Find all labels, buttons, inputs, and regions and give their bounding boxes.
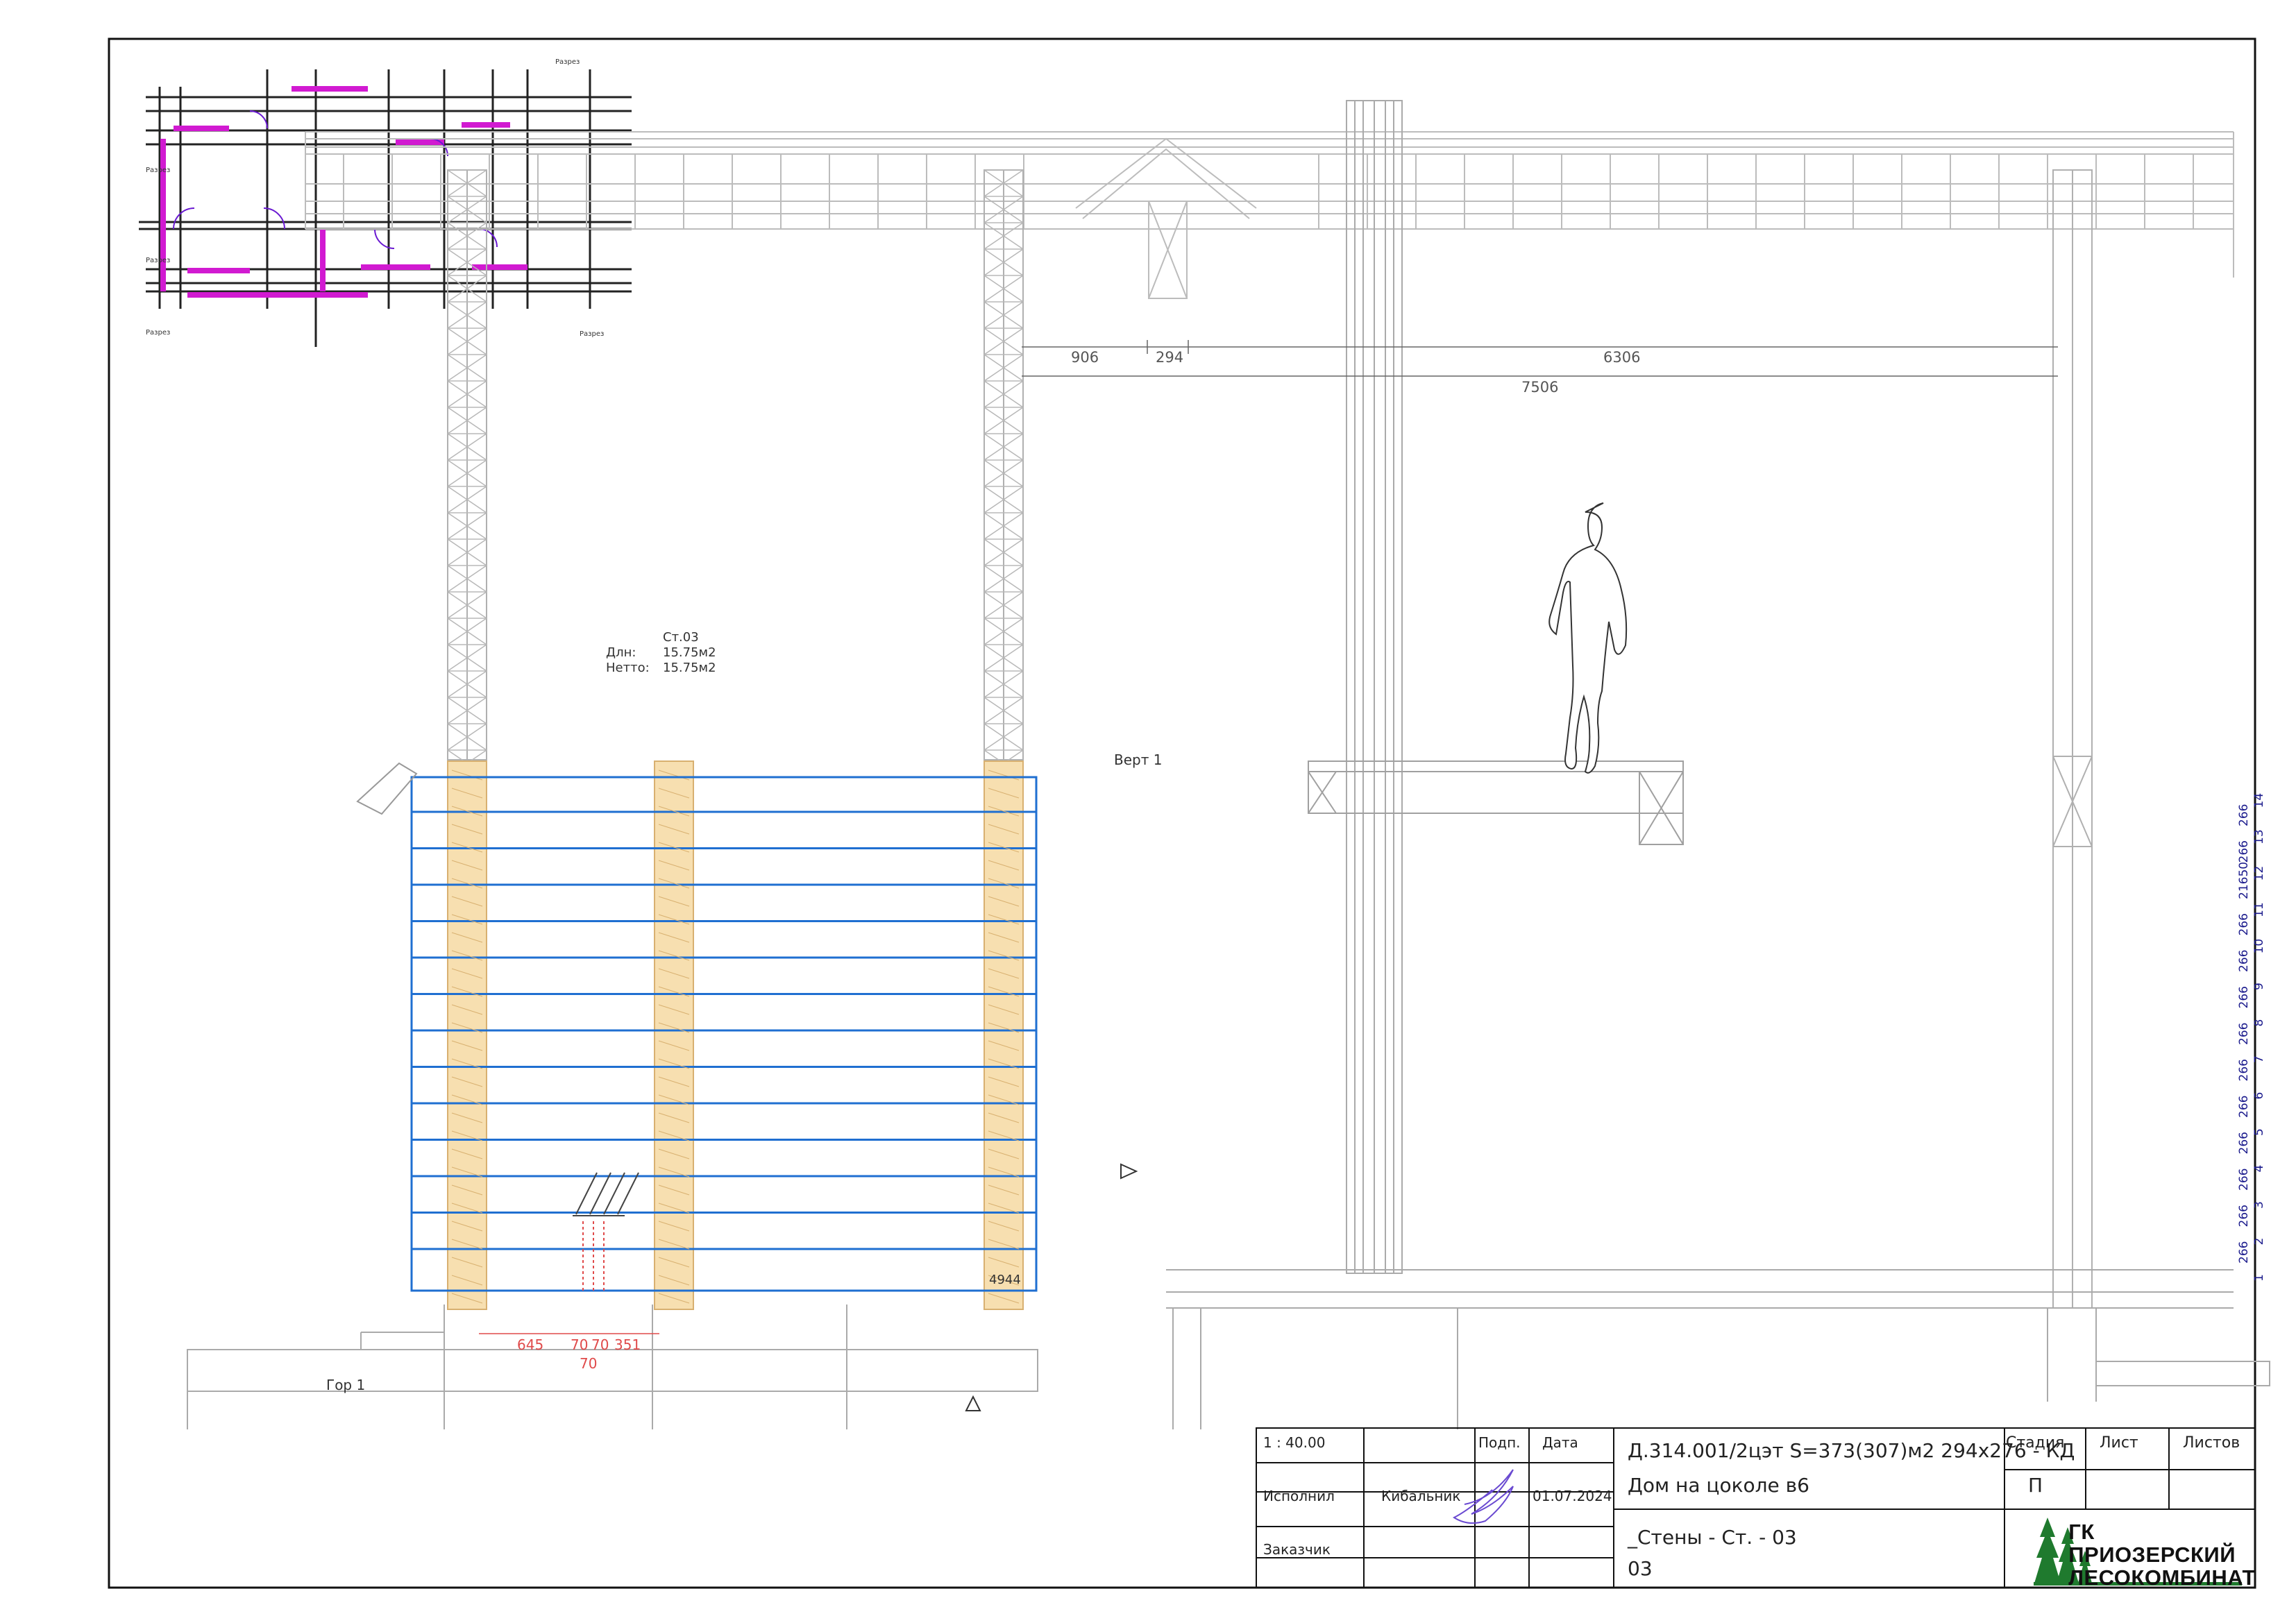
dim-7506: 7506 <box>1521 379 1558 396</box>
section-arrow-up <box>965 1395 981 1411</box>
dim-70b: 70 <box>591 1336 609 1353</box>
listov-label: Листов <box>2183 1434 2240 1452</box>
sheet-title: _Стены - Ст. - 03 <box>1627 1526 1797 1549</box>
log-column-left <box>447 760 487 1310</box>
level-height: 266 <box>2237 840 2251 863</box>
level-number: 12 <box>2252 866 2266 881</box>
roof-rafters <box>343 154 2194 229</box>
company-logo: ГК ПРИОЗЕРСКИЙ ЛЕСОКОМБИНАТ <box>2027 1520 2256 1589</box>
log-column-right <box>984 760 1024 1310</box>
corner-value: 4944 <box>989 1273 1021 1287</box>
chimney <box>1346 100 1403 1274</box>
hatch-symbol <box>573 1172 639 1291</box>
human-scale-figure <box>1548 502 1628 774</box>
level-height: 21650 <box>2237 862 2251 899</box>
level-number: 6 <box>2252 1092 2266 1100</box>
level-height: 266 <box>2237 1241 2251 1264</box>
level-markers: 1234567891011121314266266266266266266266… <box>2237 793 2266 1282</box>
zakazchik-label: Заказчик <box>1263 1541 1331 1558</box>
scale-text: 1 : 40.00 <box>1263 1434 1325 1451</box>
dim-70c: 70 <box>580 1355 597 1372</box>
key-plan <box>139 69 632 347</box>
top-dimensions: 906 294 6306 7506 <box>1022 340 2058 396</box>
signature <box>1452 1469 1514 1524</box>
log-column-mid <box>654 760 694 1310</box>
project-name: Дом на цоколе в6 <box>1628 1474 1809 1497</box>
dim-70a: 70 <box>571 1336 588 1353</box>
section-mark-4: Разрез <box>146 167 170 174</box>
dim-351: 351 <box>614 1336 641 1353</box>
level-height: 266 <box>2237 1096 2251 1118</box>
section-arrow-right <box>1120 1163 1138 1180</box>
section-mark-5: Разрез <box>580 330 604 338</box>
dim-294: 294 <box>1156 349 1183 366</box>
level-height: 266 <box>2237 1169 2251 1191</box>
section-mark-2: Разрез <box>146 257 170 264</box>
dim-645: 645 <box>517 1336 543 1353</box>
dim-6306: 6306 <box>1603 349 1640 366</box>
level-number: 11 <box>2252 902 2266 917</box>
level-height: 266 <box>2237 1205 2251 1227</box>
log-wall <box>356 760 1038 1310</box>
level-height: 266 <box>2237 1059 2251 1081</box>
level-number: 7 <box>2252 1055 2266 1063</box>
level-height: 266 <box>2237 950 2251 972</box>
ispolnil-label: Исполнил <box>1263 1488 1335 1504</box>
company-name: ГК ПРИОЗЕРСКИЙ ЛЕСОКОМБИНАТ <box>2068 1520 2256 1589</box>
stadia-value: П <box>2028 1474 2043 1497</box>
hor-section-label: Гор 1 <box>326 1377 365 1393</box>
wall-name: Ст.03 <box>663 630 699 645</box>
date-header: Дата <box>1542 1434 1578 1451</box>
wall-net-value: 15.75м2 <box>663 661 716 675</box>
floor-beam <box>1308 760 1684 845</box>
level-height: 266 <box>2237 1023 2251 1045</box>
level-number: 1 <box>2252 1274 2266 1282</box>
level-height: 266 <box>2237 986 2251 1008</box>
window-sill <box>356 762 418 815</box>
podp-header: Подп. <box>1478 1434 1521 1451</box>
level-height: 266 <box>2237 804 2251 826</box>
wall-len-value: 15.75м2 <box>663 645 716 660</box>
author-date: 01.07.2024 <box>1533 1488 1612 1504</box>
level-number: 9 <box>2252 983 2266 990</box>
level-height: 266 <box>2237 913 2251 935</box>
wall-len-label: Длн: <box>606 645 636 660</box>
roof <box>305 131 2234 299</box>
sheet-frame <box>108 37 2256 1589</box>
company-name-line1: ГК ПРИОЗЕРСКИЙ <box>2068 1519 2236 1567</box>
section-mark-3: Разрез <box>146 329 170 337</box>
vert-section-label: Верт 1 <box>1114 751 1162 768</box>
level-number: 14 <box>2252 793 2266 808</box>
level-number: 13 <box>2252 829 2266 844</box>
dim-906: 906 <box>1071 349 1099 366</box>
foundation <box>187 1269 2270 1429</box>
level-number: 3 <box>2252 1201 2266 1209</box>
drawing-sheet: Разрез Разрез Разрез Разрез Разрез Ст.03… <box>108 37 2270 1589</box>
log-rows <box>412 770 1036 1304</box>
wall-net-label: Нетто: <box>606 661 650 675</box>
level-height: 266 <box>2237 1132 2251 1154</box>
lattice-posts <box>447 169 2093 1309</box>
level-number: 2 <box>2252 1238 2266 1246</box>
key-plan-highlights <box>160 86 527 298</box>
list-label: Лист <box>2100 1434 2138 1452</box>
section-mark-1: Разрез <box>555 58 580 66</box>
sheet-sub: 03 <box>1628 1557 1653 1580</box>
level-number: 5 <box>2252 1128 2266 1136</box>
bottom-dimensions: 645 70 70 351 70 4944 <box>479 1273 1021 1372</box>
author-name: Кибальник <box>1381 1488 1461 1504</box>
company-name-line2: ЛЕСОКОМБИНАТ <box>2068 1565 2256 1590</box>
lattice-cross-bracing <box>447 169 1024 777</box>
wall-label: Ст.03 Длн: 15.75м2 Нетто: 15.75м2 <box>606 630 716 675</box>
stadia-label: Стадия <box>2006 1434 2064 1452</box>
level-number: 4 <box>2252 1165 2266 1173</box>
level-number: 8 <box>2252 1019 2266 1027</box>
level-number: 10 <box>2252 939 2266 954</box>
